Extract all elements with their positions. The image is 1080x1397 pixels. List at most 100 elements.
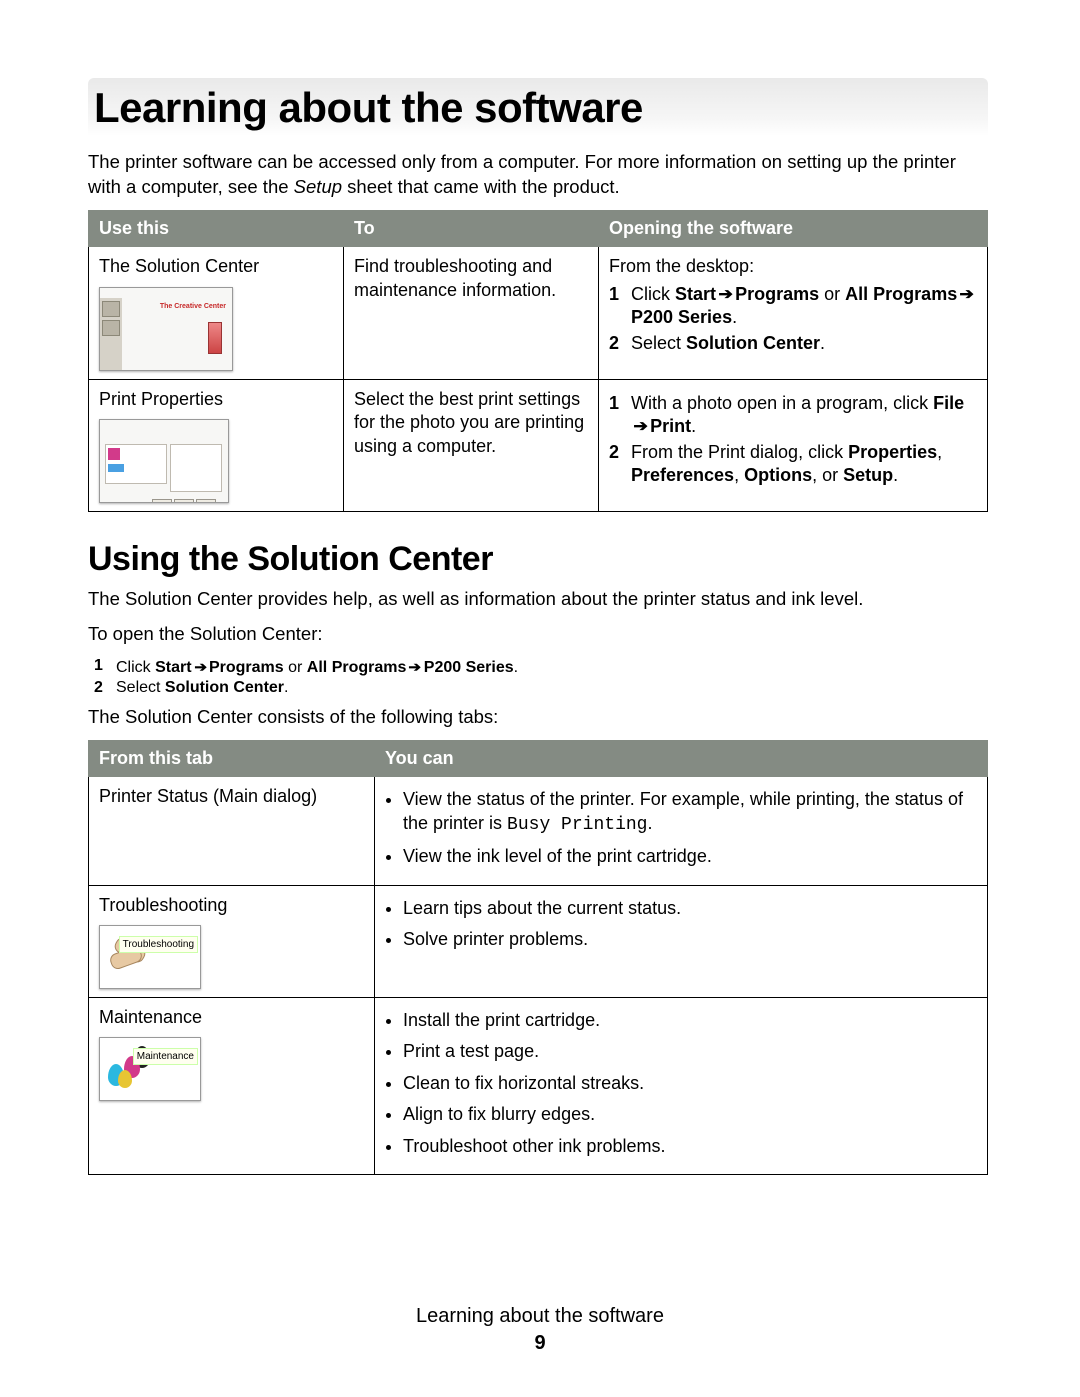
cell-tab-name: Troubleshooting Troubleshooting bbox=[89, 885, 375, 997]
sc-consists: The Solution Center consists of the foll… bbox=[88, 705, 988, 730]
tab-label: Maintenance bbox=[99, 1007, 202, 1027]
t: Select bbox=[116, 679, 165, 696]
kw-programs: Programs bbox=[735, 284, 819, 304]
row-use-label: The Solution Center bbox=[99, 256, 259, 276]
list-item: Align to fix blurry edges. bbox=[403, 1103, 977, 1126]
icon-caption: Troubleshooting bbox=[119, 936, 198, 953]
kw-solution-center: Solution Center bbox=[686, 333, 820, 353]
cell-use-solution-center: The Solution Center The Creative Center bbox=[89, 247, 344, 379]
cell-you-can: Install the print cartridge. Print a tes… bbox=[375, 997, 988, 1174]
list-item: 1 Click Start➔Programs or All Programs ➔… bbox=[609, 283, 977, 330]
t: , bbox=[734, 465, 744, 485]
kw-solution-center: Solution Center bbox=[165, 679, 284, 696]
sc-open-lead: To open the Solution Center: bbox=[88, 622, 988, 647]
tabs-table: From this tab You can Printer Status (Ma… bbox=[88, 740, 988, 1175]
list-item: 2 Select Solution Center. bbox=[609, 332, 977, 355]
intro-text-2: sheet that came with the product. bbox=[342, 176, 620, 197]
list-item: Print a test page. bbox=[403, 1040, 977, 1063]
cell-to: Select the best print settings for the p… bbox=[344, 379, 599, 511]
page-number: 9 bbox=[0, 1332, 1080, 1355]
cell-to: Find troubleshooting and maintenance inf… bbox=[344, 247, 599, 379]
intro-setup-italic: Setup bbox=[294, 176, 342, 197]
open-intro: From the desktop: bbox=[609, 256, 754, 276]
step-number: 1 bbox=[609, 392, 631, 439]
t: Select bbox=[631, 333, 686, 353]
col-use-this: Use this bbox=[89, 210, 344, 246]
arrow-icon: ➔ bbox=[407, 659, 424, 676]
t: , or bbox=[812, 465, 843, 485]
open-steps: 1 Click Start➔Programs or All Programs ➔… bbox=[609, 283, 977, 355]
table-row: The Solution Center The Creative Center … bbox=[89, 247, 988, 379]
t: or bbox=[284, 659, 307, 676]
cell-use-print-properties: Print Properties bbox=[89, 379, 344, 511]
bullet-list: Install the print cartridge. Print a tes… bbox=[403, 1009, 977, 1158]
t: From the Print dialog, click bbox=[631, 442, 848, 462]
sc-intro: The Solution Center provides help, as we… bbox=[88, 587, 988, 612]
kw-setup: Setup bbox=[843, 465, 893, 485]
tab-label: Troubleshooting bbox=[99, 895, 227, 915]
kw-print: Print bbox=[650, 416, 691, 436]
print-properties-thumbnail bbox=[99, 419, 229, 503]
t: or bbox=[819, 284, 845, 304]
footer-chapter-title: Learning about the software bbox=[0, 1305, 1080, 1328]
t: With a photo open in a program, click bbox=[631, 393, 933, 413]
t: . bbox=[514, 659, 518, 676]
col-from-this-tab: From this tab bbox=[89, 741, 375, 777]
t: View the status of the printer. For exam… bbox=[403, 789, 963, 832]
t: . bbox=[647, 813, 652, 833]
t: Click bbox=[116, 659, 155, 676]
step-number: 2 bbox=[94, 679, 116, 697]
arrow-icon: ➔ bbox=[631, 417, 649, 437]
kw-file: File bbox=[933, 393, 964, 413]
chapter-title-band: Learning about the software bbox=[88, 78, 988, 136]
bullet-list: View the status of the printer. For exam… bbox=[403, 788, 977, 868]
kw-options: Options bbox=[744, 465, 812, 485]
t: . bbox=[284, 679, 288, 696]
kw-start: Start bbox=[675, 284, 716, 304]
kw-all-programs: All Programs bbox=[307, 659, 407, 676]
kw-properties: Properties bbox=[848, 442, 937, 462]
t: Click bbox=[631, 284, 675, 304]
step-number: 2 bbox=[609, 441, 631, 488]
t: . bbox=[691, 416, 696, 436]
intro-paragraph: The printer software can be accessed onl… bbox=[88, 150, 988, 200]
t: , bbox=[937, 442, 942, 462]
kw-programs: Programs bbox=[209, 659, 284, 676]
cell-opening: From the desktop: 1 Click Start➔Programs… bbox=[599, 247, 988, 379]
cell-you-can: View the status of the printer. For exam… bbox=[375, 777, 988, 885]
chapter-title: Learning about the software bbox=[94, 84, 982, 132]
t: . bbox=[893, 465, 898, 485]
cell-tab-name: Maintenance Maintenance bbox=[89, 997, 375, 1174]
table-row: Troubleshooting Troubleshooting Learn ti… bbox=[89, 885, 988, 997]
kw-p200: P200 Series bbox=[631, 307, 732, 327]
list-item: 1 With a photo open in a program, click … bbox=[609, 392, 977, 439]
section-title-using-sc: Using the Solution Center bbox=[88, 540, 988, 579]
list-item: Solve printer problems. bbox=[403, 928, 977, 951]
maintenance-icon: Maintenance bbox=[99, 1037, 201, 1101]
troubleshooting-icon: Troubleshooting bbox=[99, 925, 201, 989]
cell-tab-name: Printer Status (Main dialog) bbox=[89, 777, 375, 885]
col-to: To bbox=[344, 210, 599, 246]
cell-you-can: Learn tips about the current status. Sol… bbox=[375, 885, 988, 997]
kw-p200: P200 Series bbox=[424, 659, 514, 676]
step-number: 2 bbox=[609, 332, 631, 355]
list-item: Troubleshoot other ink problems. bbox=[403, 1135, 977, 1158]
list-item: Clean to fix horizontal streaks. bbox=[403, 1072, 977, 1095]
sc-open-steps: 1 Click Start ➔ Programs or All Programs… bbox=[94, 657, 988, 697]
table-header-row: Use this To Opening the software bbox=[89, 210, 988, 246]
col-you-can: You can bbox=[375, 741, 988, 777]
page-footer: Learning about the software 9 bbox=[0, 1305, 1080, 1355]
icon-caption: Maintenance bbox=[133, 1048, 198, 1065]
kw-all-programs: All Programs bbox=[845, 284, 957, 304]
t: . bbox=[820, 333, 825, 353]
col-opening: Opening the software bbox=[599, 210, 988, 246]
kw-preferences: Preferences bbox=[631, 465, 734, 485]
arrow-icon: ➔ bbox=[192, 659, 209, 676]
step-number: 1 bbox=[609, 283, 631, 330]
step-number: 1 bbox=[94, 657, 116, 677]
t: . bbox=[732, 307, 737, 327]
list-item: View the status of the printer. For exam… bbox=[403, 788, 977, 837]
manual-page: Learning about the software The printer … bbox=[0, 0, 1080, 1397]
mono-text: Busy Printing bbox=[507, 815, 647, 835]
bullet-list: Learn tips about the current status. Sol… bbox=[403, 897, 977, 952]
